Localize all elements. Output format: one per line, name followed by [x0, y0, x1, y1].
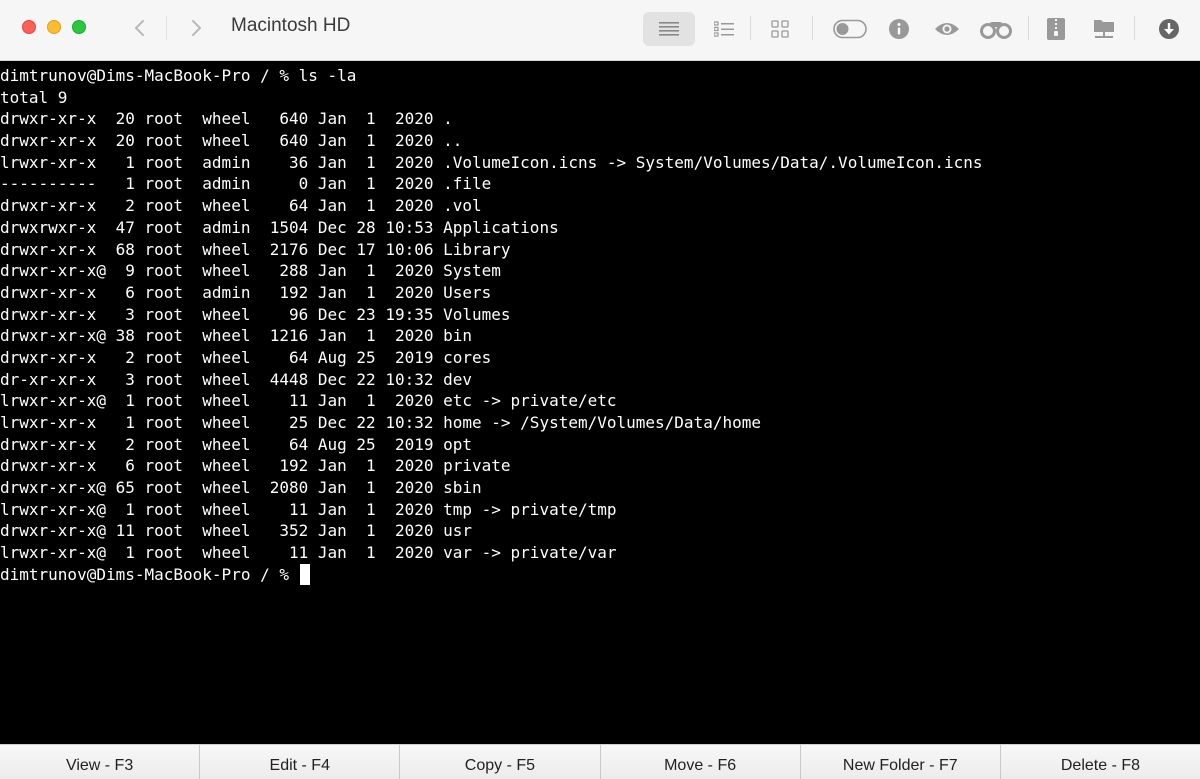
terminal-line: lrwxr-xr-x 1 root wheel 25 Dec 22 10:32 … — [0, 413, 761, 432]
terminal-line: drwxr-xr-x 2 root wheel 64 Aug 25 2019 c… — [0, 347, 492, 367]
function-key-bar: View - F3 Edit - F4 Copy - F5 Move - F6 … — [0, 744, 1200, 779]
list-view-icon — [659, 22, 679, 36]
terminal-output[interactable]: dimtrunov@Dims-MacBook-Pro / % ls -la tot… — [0, 62, 1200, 744]
archive-button[interactable] — [1044, 12, 1068, 46]
terminal-line: drwxr-xr-x@ 9 root wheel 288 Jan 1 2020 … — [0, 261, 501, 281]
terminal-line: lrwxr-xr-x@ 1 root wheel 11 Jan 1 2020 e… — [0, 391, 617, 411]
minimize-window-button[interactable] — [47, 20, 61, 34]
terminal-line: lrwxr-xr-x@ 1 root wheel 11 Jan 1 2020 v… — [0, 543, 617, 563]
terminal-line: drwxr-xr-x 2 root wheel 64 Aug 25 2019 o… — [0, 434, 473, 454]
terminal-line: lrwxr-xr-x@ 1 root wheel 11 Jan 1 2020 t… — [0, 499, 617, 519]
delete-f8-button[interactable]: Delete - F8 — [1000, 745, 1200, 779]
quick-look-button[interactable] — [933, 12, 961, 46]
move-f6-button[interactable]: Move - F6 — [600, 745, 801, 779]
chevron-left-icon — [135, 20, 144, 36]
archive-icon — [1047, 18, 1065, 40]
terminal-line: lrwxr-xr-x 1 root admin 36 Jan 1 2020 .V… — [0, 152, 983, 172]
terminal-line: drwxr-xr-x 6 root wheel 192 Jan 1 2020 p… — [0, 456, 511, 476]
edit-f4-button[interactable]: Edit - F4 — [200, 745, 401, 779]
window-title: Macintosh HD — [231, 15, 351, 36]
close-window-button[interactable] — [22, 20, 36, 34]
search-button[interactable] — [979, 12, 1013, 46]
detail-list-icon — [714, 21, 734, 37]
terminal-line: drwxr-xr-x 20 root wheel 640 Jan 1 2020 … — [0, 131, 463, 151]
download-button[interactable] — [1156, 12, 1182, 46]
forward-button[interactable] — [182, 14, 210, 42]
toolbar-divider — [750, 16, 751, 40]
network-drive-icon — [1094, 20, 1114, 38]
terminal-line: drwxr-xr-x 68 root wheel 2176 Dec 17 10:… — [0, 239, 511, 259]
terminal-line: drwxr-xr-x@ 11 root wheel 352 Jan 1 2020… — [0, 521, 473, 541]
network-drive-button[interactable] — [1090, 12, 1118, 46]
terminal-line: drwxr-xr-x 3 root wheel 96 Dec 23 19:35 … — [0, 304, 511, 324]
view-f3-button[interactable]: View - F3 — [0, 745, 201, 779]
terminal-prompt-line: dimtrunov@Dims-MacBook-Pro / % — [0, 563, 1200, 586]
terminal-line: drwxr-xr-x@ 65 root wheel 2080 Jan 1 202… — [0, 478, 482, 498]
terminal-line: dimtrunov@Dims-MacBook-Pro / % ls -la — [0, 66, 357, 85]
toolbar-divider — [1028, 16, 1029, 40]
terminal-line: drwxr-xr-x@ 38 root wheel 1216 Jan 1 202… — [0, 326, 473, 346]
back-button[interactable] — [126, 14, 154, 42]
eye-icon — [935, 23, 959, 35]
grid-view-icon — [771, 20, 789, 38]
list-view-button[interactable] — [643, 12, 695, 46]
terminal-line: ---------- 1 root admin 0 Jan 1 2020 .fi… — [0, 174, 492, 194]
terminal-prompt: dimtrunov@Dims-MacBook-Pro / % — [0, 564, 299, 584]
detail-list-button[interactable] — [708, 12, 740, 46]
terminal-line: dr-xr-xr-x 3 root wheel 4448 Dec 22 10:3… — [0, 369, 473, 389]
info-icon — [889, 19, 909, 39]
terminal-line: drwxr-xr-x 6 root admin 192 Jan 1 2020 U… — [0, 282, 492, 302]
text-cursor — [299, 563, 310, 585]
binoculars-icon — [980, 22, 1012, 39]
grid-view-button[interactable] — [764, 12, 796, 46]
title-bar: Macintosh HD — [0, 0, 1200, 61]
nav-divider — [166, 16, 167, 40]
terminal-line: drwxrwxr-x 47 root admin 1504 Dec 28 10:… — [0, 217, 559, 237]
toolbar-divider — [1134, 16, 1135, 40]
maximize-window-button[interactable] — [72, 20, 86, 34]
chevron-right-icon — [192, 20, 201, 36]
terminal-line: drwxr-xr-x 2 root wheel 64 Jan 1 2020 .v… — [0, 196, 482, 216]
toggle-button[interactable] — [832, 12, 868, 46]
toggle-switch-icon — [833, 19, 867, 39]
info-button[interactable] — [886, 12, 912, 46]
terminal-line: total 9 — [0, 87, 68, 107]
terminal-line: drwxr-xr-x 20 root wheel 640 Jan 1 2020 … — [0, 109, 453, 129]
toolbar-divider — [812, 16, 813, 40]
copy-f5-button[interactable]: Copy - F5 — [400, 745, 601, 779]
new-folder-f7-button[interactable]: New Folder - F7 — [800, 745, 1001, 779]
download-icon — [1159, 19, 1179, 39]
